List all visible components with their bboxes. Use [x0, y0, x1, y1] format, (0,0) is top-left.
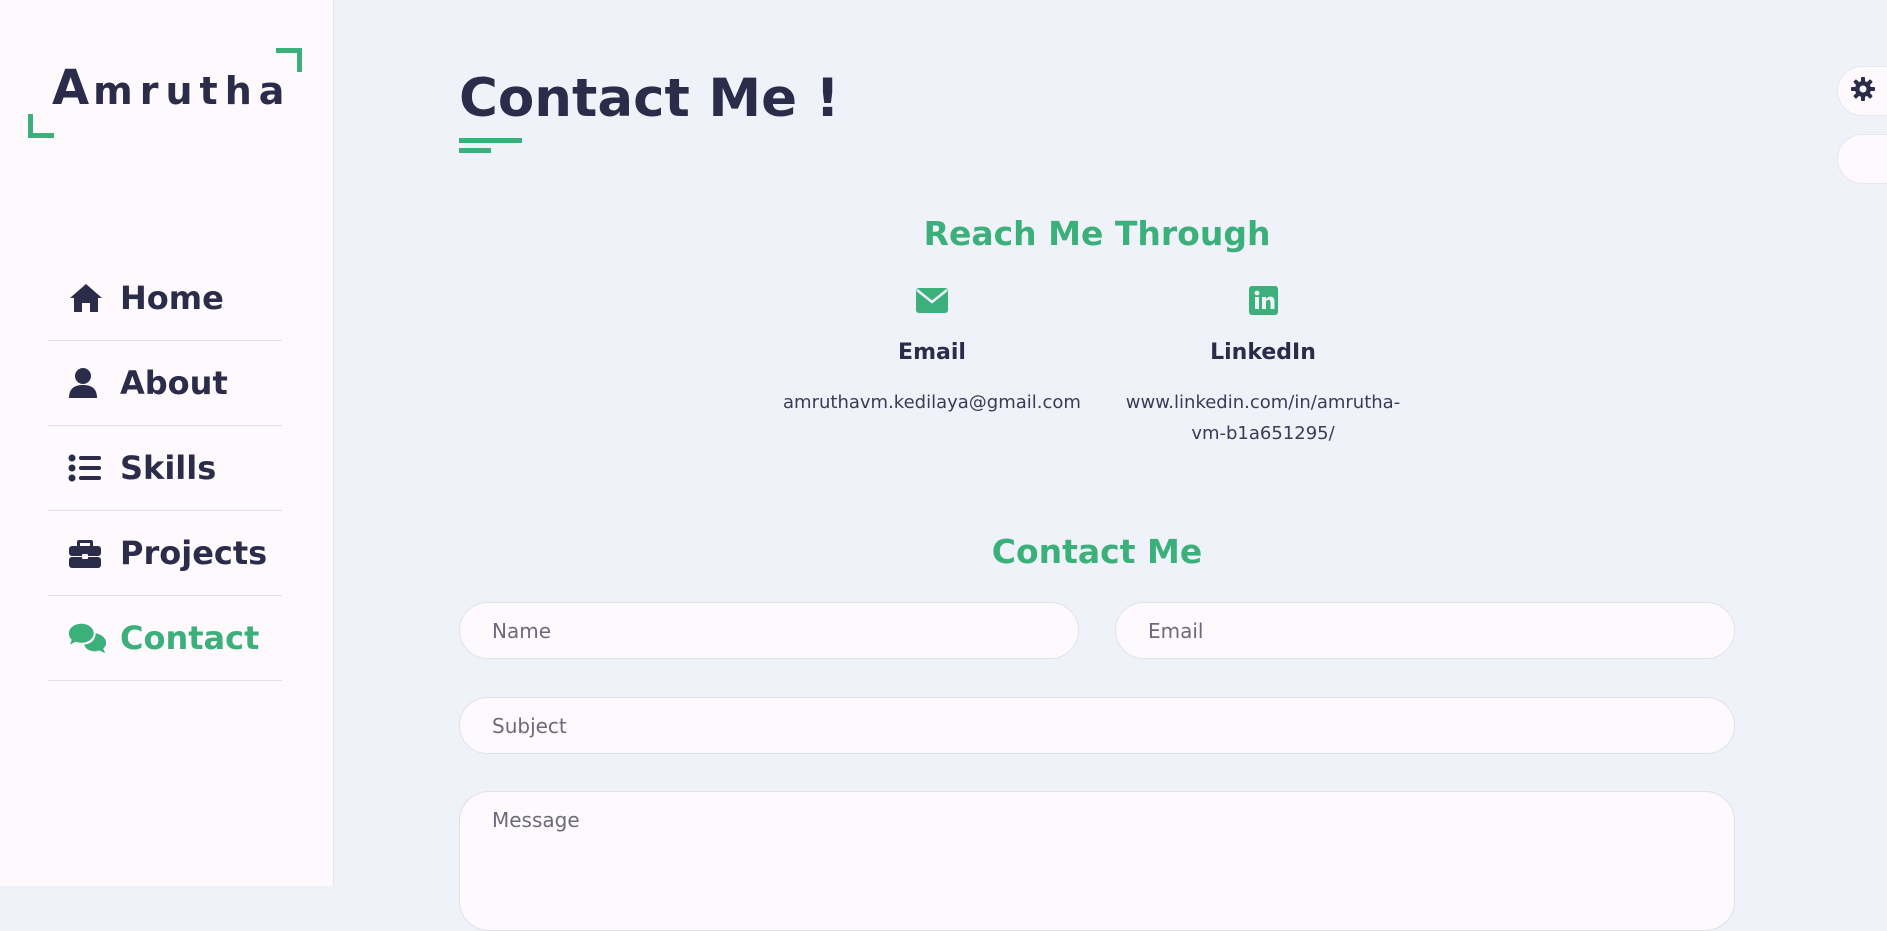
sidebar-item-label: Contact	[120, 619, 260, 657]
settings-button[interactable]	[1837, 66, 1887, 116]
contact-linkedin: LinkedIn www.linkedin.com/in/amrutha- vm…	[1113, 282, 1413, 449]
logo-text: Amrutha	[52, 60, 291, 116]
title-underline	[459, 138, 522, 143]
linkedin-icon	[1113, 282, 1413, 318]
contact-linkedin-value-line2: vm-b1a651295/	[1191, 423, 1335, 444]
sidebar-item-skills[interactable]: Skills	[48, 426, 282, 511]
user-icon	[68, 365, 108, 401]
logo-first-letter: A	[52, 60, 94, 116]
subject-field[interactable]	[459, 697, 1735, 754]
logo-corner-bottom-left	[28, 114, 54, 138]
briefcase-icon	[68, 535, 108, 571]
title-underline-short	[459, 148, 491, 153]
envelope-icon	[782, 282, 1082, 318]
theme-toggle-button[interactable]	[1837, 134, 1887, 184]
contact-email-value[interactable]: amruthavm.kedilaya@gmail.com	[782, 387, 1082, 418]
contact-linkedin-value[interactable]: www.linkedin.com/in/amrutha- vm-b1a65129…	[1113, 387, 1413, 449]
sidebar-item-contact[interactable]: Contact	[48, 596, 282, 681]
main-content: Contact Me ! Reach Me Through Email amru…	[334, 0, 1887, 931]
contact-email-title: Email	[898, 340, 966, 365]
sidebar-item-label: Home	[120, 279, 224, 317]
sidebar-item-projects[interactable]: Projects	[48, 511, 282, 596]
contact-linkedin-title: LinkedIn	[1210, 340, 1316, 365]
message-field[interactable]	[459, 791, 1735, 931]
sidebar: Amrutha Home About Skills Projects Conta…	[0, 0, 334, 886]
sidebar-item-label: About	[120, 364, 228, 402]
sidebar-item-home[interactable]: Home	[48, 256, 282, 341]
contact-email: Email amruthavm.kedilaya@gmail.com	[782, 282, 1082, 418]
logo[interactable]: Amrutha	[28, 48, 302, 138]
page-title: Contact Me !	[459, 68, 840, 129]
list-icon	[68, 450, 108, 486]
sidebar-nav: Home About Skills Projects Contact	[48, 256, 282, 681]
sidebar-item-label: Skills	[120, 449, 217, 487]
sidebar-item-label: Projects	[120, 534, 268, 572]
email-field[interactable]	[1115, 602, 1735, 659]
reach-heading: Reach Me Through	[923, 214, 1271, 253]
contact-form-heading: Contact Me	[991, 532, 1203, 571]
name-field[interactable]	[459, 602, 1079, 659]
gear-icon	[1850, 76, 1876, 106]
comments-icon	[68, 620, 108, 656]
sidebar-item-about[interactable]: About	[48, 341, 282, 426]
home-icon	[68, 280, 108, 316]
contact-linkedin-value-line1: www.linkedin.com/in/amrutha-	[1125, 392, 1401, 413]
logo-rest: mrutha	[93, 69, 292, 113]
